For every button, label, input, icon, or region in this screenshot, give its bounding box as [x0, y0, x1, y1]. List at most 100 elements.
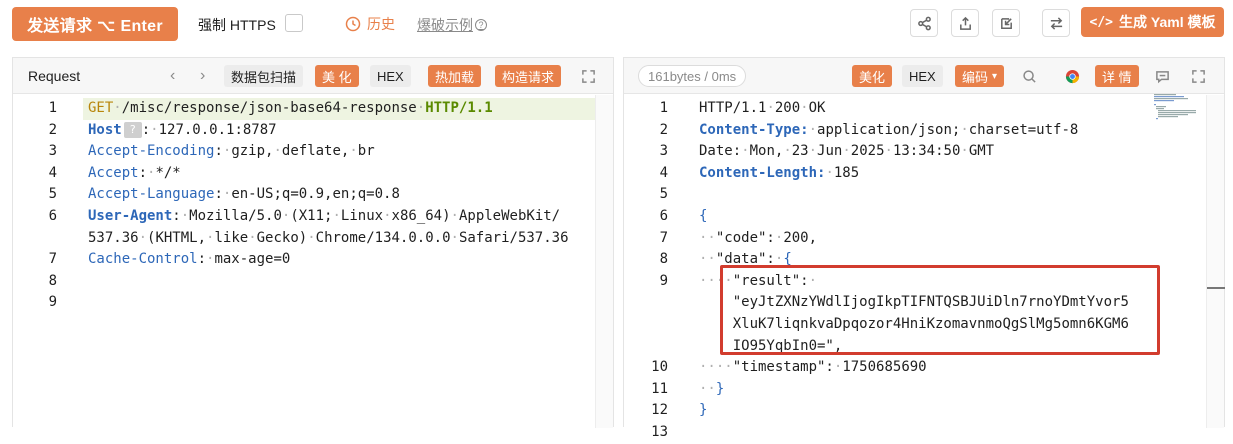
import-button[interactable]: [992, 9, 1020, 37]
code-token: ··: [699, 251, 716, 268]
code-token: (KHTML,: [147, 229, 207, 246]
swap-button[interactable]: [1042, 9, 1070, 37]
expand-icon[interactable]: [1188, 66, 1208, 86]
code-token: ··: [699, 272, 716, 289]
response-scrollbar[interactable]: [1206, 95, 1225, 428]
line-number: 1: [48, 100, 57, 116]
code-token: Mon,: [749, 143, 784, 160]
code-line: 10 ····"timestamp":·1750685690: [624, 357, 1224, 379]
line-number: 8: [48, 272, 57, 289]
code-line: 8: [13, 271, 613, 293]
code-token: GMT: [968, 143, 995, 160]
expand-icon[interactable]: [578, 66, 598, 86]
code-text: Content-Length:·185: [699, 163, 859, 185]
response-minimap[interactable]: [1154, 94, 1204, 134]
code-text: Accept-Language:·en-US;q=0.9,en;q=0.8: [88, 184, 400, 206]
line-number: 6: [48, 208, 57, 224]
hex-button[interactable]: HEX: [902, 65, 943, 87]
code-token: ·: [180, 208, 190, 224]
code-line: 6 User-Agent:·Mozilla/5.0·(X11;·Linux·x86…: [13, 206, 613, 228]
generate-yaml-button[interactable]: </> 生成 Yaml 模板: [1081, 7, 1224, 37]
encoding-dropdown[interactable]: 编码 ▾: [955, 65, 1005, 87]
line-number: 7: [659, 229, 668, 246]
response-editor[interactable]: 1 HTTP/1.1·200·OK 2 Content-Type:·applicati…: [624, 95, 1224, 440]
code-token: Accept-Language: [88, 186, 215, 203]
response-panel-header: 161bytes / 0ms 美化 HEX 编码 ▾ 详 情: [624, 58, 1224, 94]
code-token: User-Agent: [88, 208, 173, 224]
history-button[interactable]: 历史: [345, 14, 395, 34]
code-token: (X11;: [290, 208, 333, 224]
code-token: Date:: [699, 143, 742, 160]
code-token: ··: [699, 359, 716, 376]
request-scrollbar[interactable]: [595, 95, 613, 428]
export-button[interactable]: [951, 9, 979, 37]
line-number: 9: [48, 294, 57, 311]
code-token: Content-Type:: [699, 121, 809, 138]
code-token: :: [197, 251, 207, 268]
code-token: Accept-Encoding: [88, 143, 215, 160]
line-number: 3: [48, 143, 57, 160]
chrome-icon[interactable]: [1062, 66, 1082, 86]
search-icon[interactable]: [1019, 66, 1039, 86]
code-token: 185: [833, 164, 860, 181]
beautify-button[interactable]: 美 化: [315, 65, 359, 87]
code-line: 2 Host?:·127.0.0.1:8787: [13, 120, 613, 142]
code-token: ·: [113, 100, 122, 116]
code-token: /misc/response/json-base64-response: [121, 100, 417, 116]
code-text: Date:·Mon,·23·Jun·2025·13:34:50·GMT: [699, 141, 994, 163]
code-token: {: [699, 208, 708, 224]
hot-reload-button[interactable]: 热加载: [428, 65, 482, 87]
hex-button[interactable]: HEX: [370, 65, 411, 87]
chevron-down-icon: ▾: [992, 70, 998, 82]
code-token: ·: [808, 143, 818, 160]
code-line: 3 Date:·Mon,·23·Jun·2025·13:34:50·GMT: [624, 141, 1224, 163]
code-token: ·: [349, 143, 358, 160]
code-token: Accept: [88, 164, 139, 181]
comment-icon[interactable]: [1152, 66, 1172, 86]
code-line: 5: [624, 184, 1224, 206]
code-token: ·: [416, 100, 426, 116]
force-https-label: 强制 HTTPS: [198, 17, 276, 33]
packet-scan-button[interactable]: 数据包扫描: [224, 65, 304, 87]
force-https-checkbox[interactable]: [285, 14, 303, 32]
scroll-thumb[interactable]: [1207, 287, 1225, 289]
code-token: :: [172, 208, 181, 224]
request-panel-title: Request: [28, 68, 81, 84]
code-text: {: [699, 206, 707, 228]
details-button[interactable]: 详 情: [1095, 65, 1139, 87]
chevron-left-icon[interactable]: ‹: [170, 67, 175, 85]
share-button[interactable]: [910, 9, 938, 37]
code-text: Content-Type:·application/json;·charset=…: [699, 120, 1078, 142]
code-token: application/json;: [817, 121, 961, 138]
code-line: 5 Accept-Language:·en-US;q=0.9,en;q=0.8: [13, 184, 613, 206]
code-token: HTTP/1.1: [699, 100, 767, 116]
code-token: ·: [884, 143, 893, 160]
brute-example-link[interactable]: 爆破示例 ?: [417, 15, 487, 35]
brute-example-label: 爆破示例: [417, 17, 473, 33]
chevron-right-icon[interactable]: ›: [200, 67, 205, 85]
code-token: deflate,: [281, 143, 350, 160]
code-token: ··: [715, 359, 733, 376]
code-text: Host?:·127.0.0.1:8787: [88, 120, 277, 142]
code-line: 1 GET·/misc/response/json-base64-response…: [13, 98, 613, 120]
share-icon: [917, 16, 931, 30]
code-token: x86_64): [391, 208, 451, 224]
beautify-button[interactable]: 美化: [852, 65, 893, 87]
response-panel: 161bytes / 0ms 美化 HEX 编码 ▾ 详 情 1 HTTP/1.…: [623, 57, 1225, 440]
code-token: ·: [332, 208, 341, 224]
request-panel: Request ‹ › 数据包扫描 美 化 HEX 热加载 构造请求 1 GET·…: [12, 57, 614, 428]
swap-icon: [1050, 16, 1062, 30]
code-token: ··: [699, 380, 716, 397]
code-token: Jun: [817, 143, 843, 160]
send-request-button[interactable]: 发送请求 ⌥ Enter: [12, 7, 178, 41]
code-token: }: [715, 380, 725, 397]
code-text: Accept-Encoding:·gzip,·deflate,·br: [88, 141, 375, 163]
code-token: }: [699, 402, 708, 419]
request-panel-header: Request ‹ › 数据包扫描 美 化 HEX 热加载 构造请求: [13, 58, 613, 94]
build-request-button[interactable]: 构造请求: [495, 65, 562, 87]
code-text: Accept:·*/*: [88, 163, 181, 185]
code-text: HTTP/1.1·200·OK: [699, 98, 825, 120]
code-token: ·: [800, 100, 809, 116]
code-token: "code":: [715, 229, 775, 246]
request-editor[interactable]: 1 GET·/misc/response/json-base64-response…: [13, 95, 613, 428]
